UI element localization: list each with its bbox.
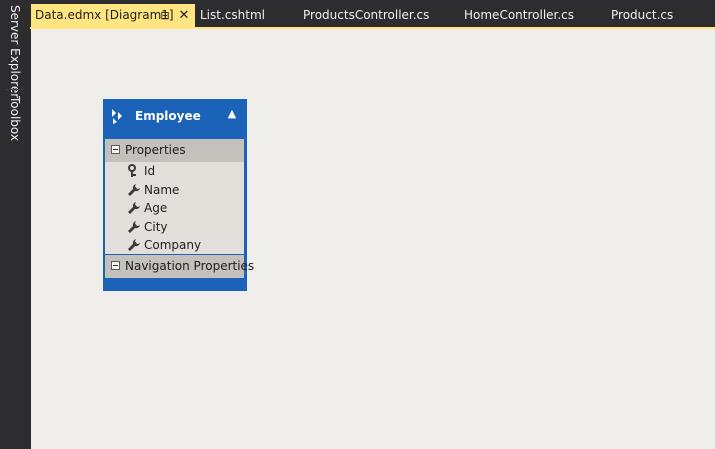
collapse-toggle-icon[interactable] bbox=[111, 261, 120, 270]
toolbox-tab[interactable]: Toolbox bbox=[4, 96, 26, 141]
wrench-icon bbox=[128, 221, 140, 233]
document-tab-strip: Data.edmx [Diagram1] ⊟ ✕ List.cshtml Pro… bbox=[30, 0, 715, 27]
navigation-properties-section-header[interactable]: Navigation Properties bbox=[105, 255, 254, 278]
property-label: Id bbox=[144, 164, 156, 178]
entity-icon bbox=[112, 109, 122, 124]
property-row-name[interactable]: Name bbox=[105, 181, 244, 199]
entity-footer bbox=[103, 279, 247, 291]
property-label: City bbox=[144, 220, 168, 234]
wrench-icon bbox=[128, 184, 140, 196]
tab-home-controller[interactable]: HomeController.cs bbox=[464, 4, 574, 27]
entity-title: Employee bbox=[135, 109, 201, 123]
tab-products-controller[interactable]: ProductsController.cs bbox=[303, 4, 429, 27]
tab-product-cs[interactable]: Product.cs bbox=[611, 4, 673, 27]
property-label: Name bbox=[144, 183, 180, 197]
properties-list: Id Name Age City Company bbox=[105, 162, 244, 254]
properties-section-label: Properties bbox=[125, 143, 186, 157]
navigation-properties-label: Navigation Properties bbox=[125, 259, 255, 273]
pin-icon[interactable]: ⊟ bbox=[158, 4, 172, 27]
server-explorer-tab[interactable]: Server Explorer bbox=[4, 5, 26, 98]
properties-section-header[interactable]: Properties bbox=[105, 139, 244, 162]
side-strip-divider bbox=[6, 89, 24, 90]
wrench-icon bbox=[128, 239, 140, 251]
tab-list-cshtml[interactable]: List.cshtml bbox=[200, 4, 265, 27]
wrench-icon bbox=[128, 202, 140, 214]
property-row-company[interactable]: Company bbox=[105, 236, 244, 254]
close-icon[interactable]: ✕ bbox=[177, 4, 191, 27]
tab-label: Data.edmx [Diagram1] bbox=[35, 8, 174, 22]
chevron-up-icon[interactable]: ▲ bbox=[225, 107, 239, 121]
tab-data-edmx[interactable]: Data.edmx [Diagram1] ⊟ ✕ bbox=[31, 4, 195, 27]
property-label: Company bbox=[144, 238, 202, 252]
property-row-city[interactable]: City bbox=[105, 218, 244, 236]
entity-header[interactable]: Employee ▲ bbox=[103, 99, 247, 135]
collapse-toggle-icon[interactable] bbox=[111, 145, 120, 154]
property-label: Age bbox=[144, 201, 168, 215]
entity-shape-employee[interactable]: Employee ▲ Properties Id Name Age City C… bbox=[103, 99, 254, 291]
key-icon bbox=[128, 164, 136, 177]
diagram-canvas[interactable]: Employee ▲ Properties Id Name Age City C… bbox=[31, 29, 715, 449]
property-row-id[interactable]: Id bbox=[105, 162, 244, 180]
property-row-age[interactable]: Age bbox=[105, 199, 244, 217]
side-tool-strip: Server Explorer Toolbox bbox=[0, 0, 30, 449]
